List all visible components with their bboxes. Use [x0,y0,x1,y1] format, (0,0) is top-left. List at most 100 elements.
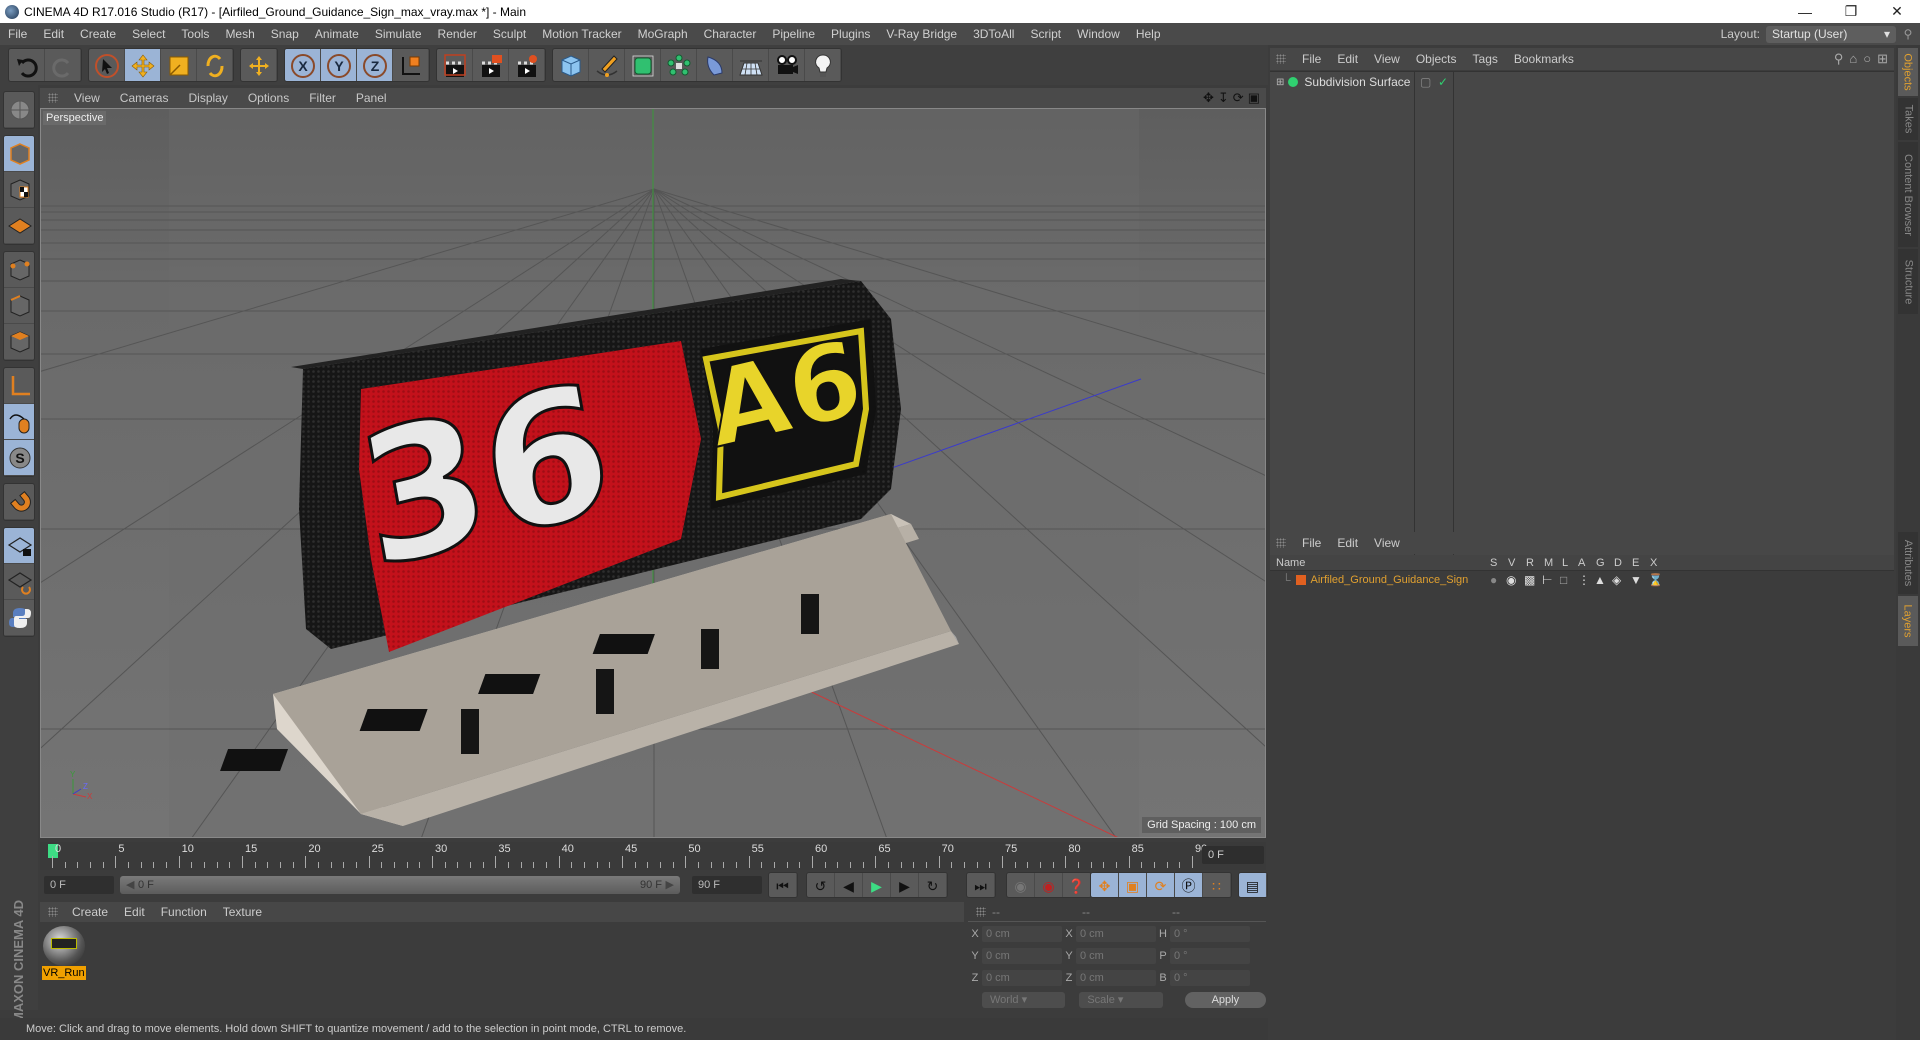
key-rotation-button[interactable]: ⟳ [1147,873,1175,897]
render-view-button[interactable] [437,49,473,81]
coordinate-mode-dropdown[interactable]: World ▾ [982,992,1066,1008]
perspective-viewport[interactable]: 36 A6 YXZ Perspective Grid Spacing : 100… [40,108,1266,838]
layers-menu-file[interactable]: File [1294,536,1329,550]
move-tool-button[interactable] [125,49,161,81]
home-icon[interactable]: ⌂ [1849,51,1857,67]
undo-button[interactable] [9,49,45,81]
tab-content-browser[interactable]: Content Browser [1898,142,1918,247]
planar-workplane-button[interactable] [4,564,34,600]
y-axis-button[interactable]: Y [321,49,357,81]
rotate-tool-button[interactable] [197,49,233,81]
new-panel-icon[interactable]: ⊞ [1877,51,1888,67]
start-frame-field[interactable]: 0 F [44,876,114,894]
key-pla-button[interactable]: ∷ [1203,873,1231,897]
menu-create[interactable]: Create [72,27,124,41]
object-row[interactable]: ⊞ Subdivision Surface ▢ ✓ [1270,72,1894,92]
material-swatch[interactable]: VR_Run [42,926,86,982]
rot-b-field[interactable]: 0 ° [1170,970,1250,986]
menu-file[interactable]: File [0,27,35,41]
preview-range-slider[interactable]: ◀ 0 F 90 F ▶ [120,876,680,894]
pen-spline-button[interactable] [589,49,625,81]
objects-menu-file[interactable]: File [1294,52,1329,66]
panel-grip[interactable] [1276,54,1286,64]
snap-button[interactable] [4,484,34,520]
viewport-menu-options[interactable]: Options [238,91,299,105]
solo-button[interactable]: S [4,440,34,476]
lock-toggle-icon[interactable]: □ [1560,573,1567,587]
subdivision-surface-button[interactable] [625,49,661,81]
object-name[interactable]: Subdivision Surface [1304,75,1410,89]
objects-menu-edit[interactable]: Edit [1329,52,1366,66]
tab-attributes[interactable]: Attributes [1898,532,1918,594]
tweak-mode-button[interactable] [4,404,34,440]
col-view[interactable]: V [1508,557,1515,569]
x-axis-button[interactable]: X [285,49,321,81]
locked-workplane-button[interactable] [4,528,34,564]
solo-toggle-icon[interactable]: ● [1490,573,1497,587]
col-render[interactable]: R [1526,557,1534,569]
pan-view-icon[interactable]: ✥ [1203,90,1214,106]
col-manager[interactable]: M [1544,557,1553,569]
render-picture-viewer-button[interactable] [473,49,509,81]
menu-script[interactable]: Script [1022,27,1069,41]
record-active-button[interactable]: ◉ [1007,873,1035,897]
mograph-cloner-button[interactable] [661,49,697,81]
viewport-menu-display[interactable]: Display [178,91,237,105]
menu-motion-tracker[interactable]: Motion Tracker [534,27,629,41]
menu-pipeline[interactable]: Pipeline [764,27,823,41]
orbit-view-icon[interactable]: ⟳ [1233,90,1244,106]
timeline-window-button[interactable]: ▤ [1239,873,1267,897]
pos-x-field[interactable]: 0 cm [982,926,1062,942]
coordinate-type-dropdown[interactable]: Scale ▾ [1079,992,1163,1008]
camera-button[interactable] [769,49,805,81]
rot-p-field[interactable]: 0 ° [1170,948,1250,964]
render-toggle-icon[interactable]: ▩ [1524,573,1535,587]
col-expressions[interactable]: E [1632,557,1639,569]
menu-3dtoall[interactable]: 3DToAll [965,27,1022,41]
minimize-button[interactable]: — [1782,0,1828,23]
xrefs-toggle-icon[interactable]: ⌛ [1648,573,1663,587]
size-y-field[interactable]: 0 cm [1076,948,1156,964]
layer-name[interactable]: Airfiled_Ground_Guidance_Sign [1311,574,1469,586]
frame-ruler[interactable]: 051015202530354045505560657075808590 [48,842,1207,870]
menu-mesh[interactable]: Mesh [217,27,262,41]
redo-button[interactable] [45,49,81,81]
material-menu-texture[interactable]: Texture [215,905,270,919]
col-locked[interactable]: L [1562,557,1568,569]
col-deformers[interactable]: D [1614,557,1622,569]
viewport-menu-view[interactable]: View [64,91,110,105]
tab-objects[interactable]: Objects [1898,48,1918,96]
menu-tools[interactable]: Tools [173,27,217,41]
autokey-button[interactable]: ◉ [1035,873,1063,897]
panel-grip[interactable] [1276,538,1286,548]
objects-menu-bookmarks[interactable]: Bookmarks [1506,52,1582,66]
light-button[interactable] [805,49,841,81]
make-editable-button[interactable] [4,92,34,128]
floor-button[interactable] [733,49,769,81]
panel-grip[interactable] [48,93,58,103]
z-axis-button[interactable]: Z [357,49,393,81]
deformer-button[interactable] [697,49,733,81]
col-solo[interactable]: S [1490,557,1497,569]
texture-mode-button[interactable] [4,172,34,208]
expressions-toggle-icon[interactable]: ▼ [1630,573,1642,587]
objects-menu-view[interactable]: View [1366,52,1408,66]
size-x-field[interactable]: 0 cm [1076,926,1156,942]
next-key-button[interactable]: ↻ [919,873,947,897]
scale-tool-button[interactable] [161,49,197,81]
camera-label[interactable]: Perspective [43,111,107,125]
expand-icon[interactable]: ⊞ [1276,77,1284,88]
col-xrefs[interactable]: X [1650,557,1657,569]
deformers-toggle-icon[interactable]: ◈ [1612,573,1621,587]
menu-help[interactable]: Help [1128,27,1169,41]
range-left-arrow-icon[interactable]: ◀ [126,876,134,894]
key-scale-button[interactable]: ▣ [1119,873,1147,897]
layer-color-swatch[interactable] [1295,575,1306,585]
keyframe-selection-button[interactable]: ❓ [1063,873,1091,897]
menu-plugins[interactable]: Plugins [823,27,878,41]
key-position-button[interactable]: ✥ [1091,873,1119,897]
layers-menu-view[interactable]: View [1366,536,1408,550]
points-mode-button[interactable] [4,252,34,288]
panel-grip[interactable] [48,907,58,917]
layers-menu-edit[interactable]: Edit [1329,536,1366,550]
